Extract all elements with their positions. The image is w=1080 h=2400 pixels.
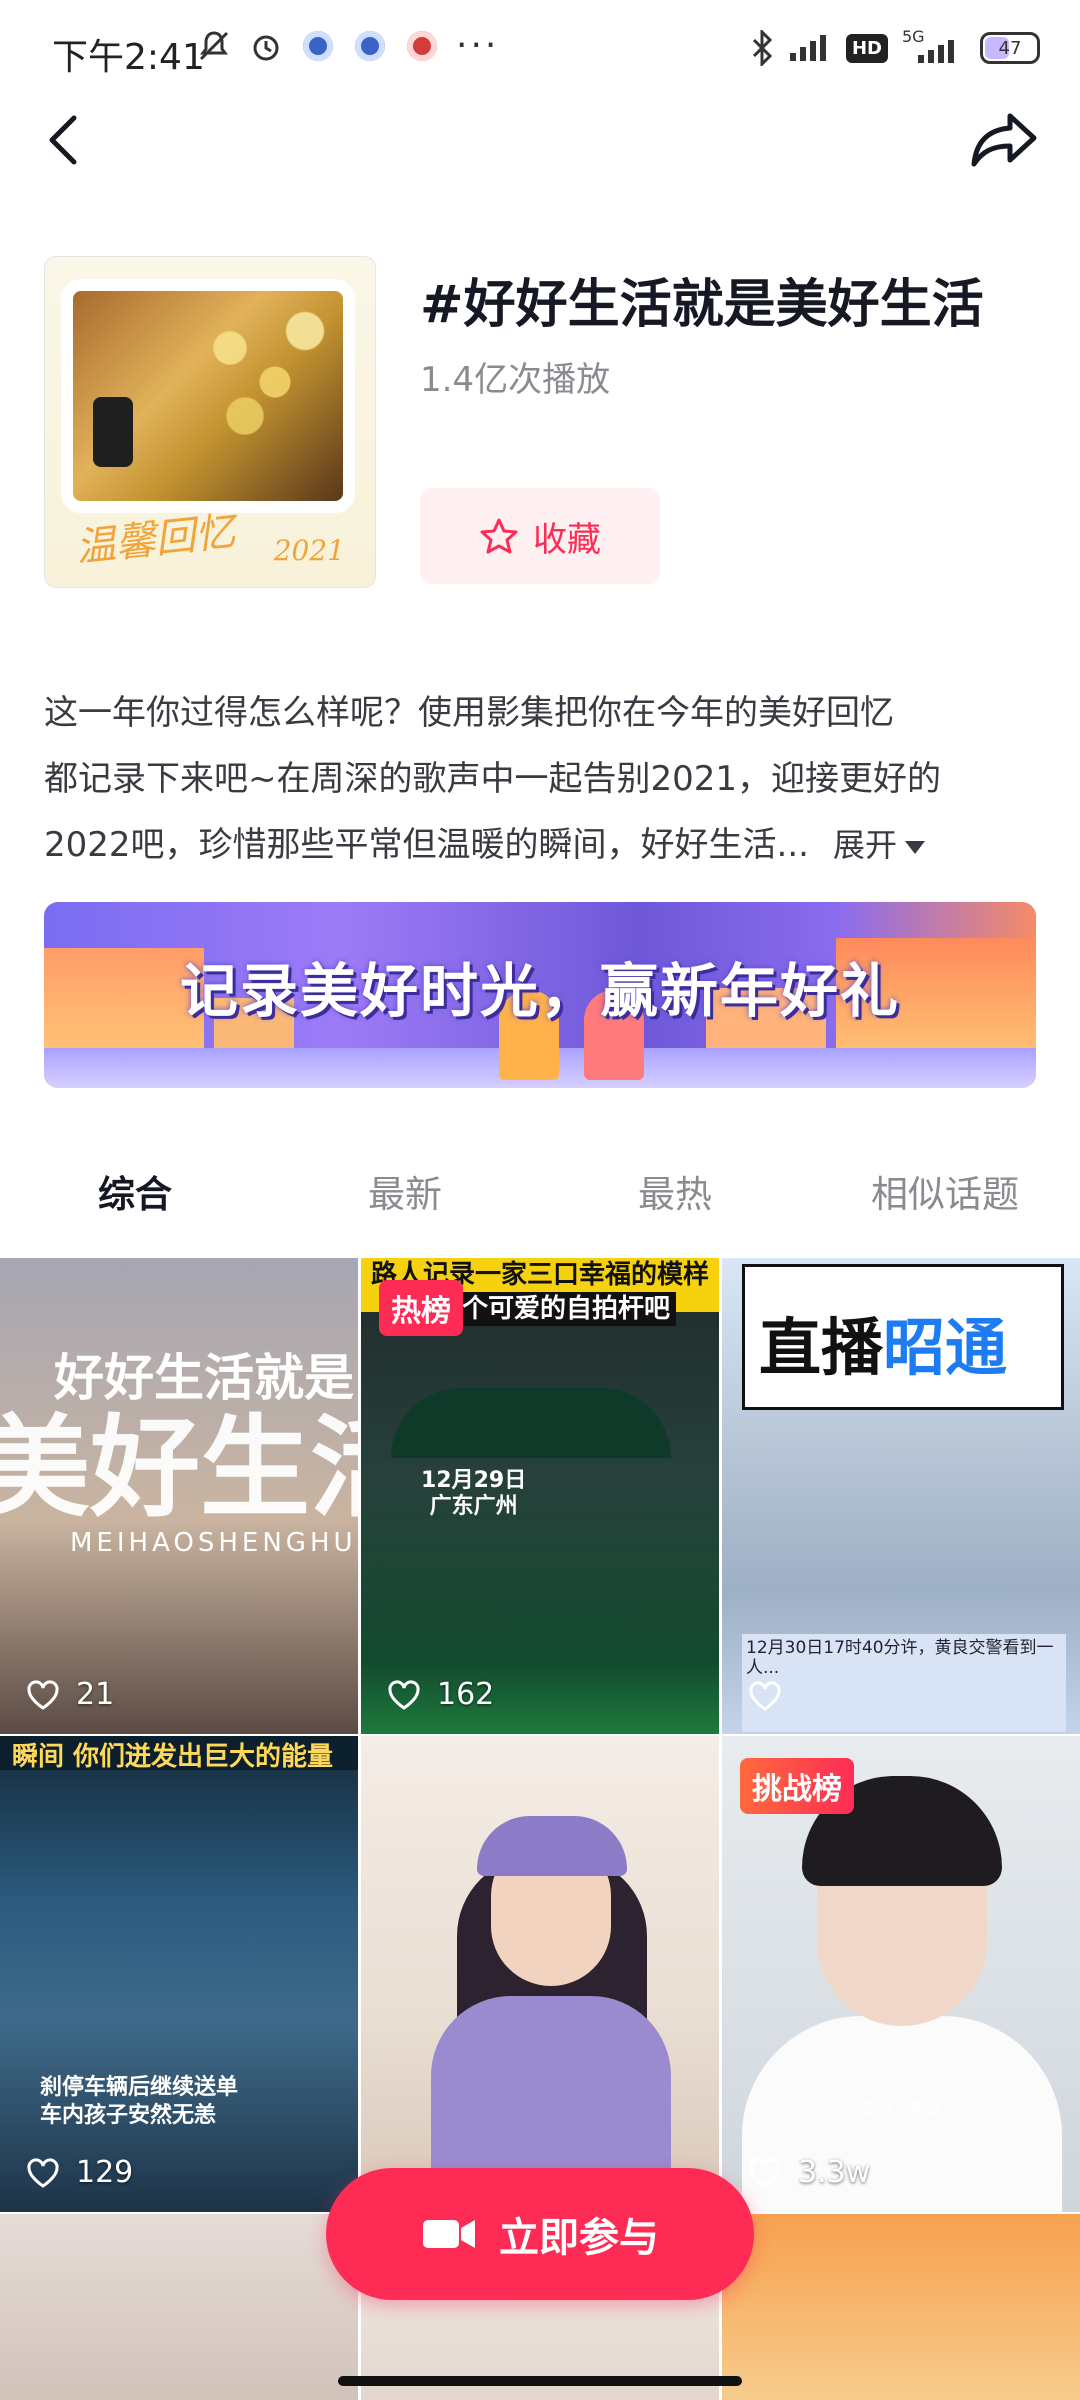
tab-latest[interactable]: 最新 [270,1150,540,1258]
bluetooth-icon [752,30,773,66]
banner-text: 记录美好时光，赢新年好礼 [179,957,900,1025]
heart-icon [27,1679,59,1710]
topic-title: #好好生活就是美好生活 [420,275,984,335]
topic-cover-image: 温馨回忆 2021 [44,256,376,588]
participate-label: 立即参与 [499,2215,659,2261]
video-card[interactable]: 直播昭通 12月30日17时40分许，黄良交警看到一人... [722,1258,1080,1734]
like-count [748,1680,798,1712]
back-arrow-icon [49,115,77,165]
heart-icon [388,1679,420,1710]
like-count: 3.3w [748,2155,870,2190]
hd-indicator: HD [845,33,888,63]
hot-list-badge: 热榜 [379,1280,463,1336]
app-notification-icon [300,28,336,64]
back-button[interactable] [44,110,84,170]
cover-year-text: 2021 [273,534,345,567]
battery-icon: 47 [980,32,1040,64]
signal-icon [789,35,826,61]
video-card[interactable] [361,1736,719,2212]
video-camera-icon [423,2220,475,2248]
caret-down-icon [904,840,925,854]
description-line: 这一年你过得怎么样呢？使用影集把你在今年的美好回忆 [44,693,894,733]
video-card[interactable] [0,2214,358,2400]
share-arrow-icon [971,113,1037,167]
share-button[interactable] [970,110,1040,170]
challenge-list-badge: 挑战榜 [740,1758,854,1814]
heart-icon [749,2157,781,2188]
star-icon [480,518,518,554]
more-notifications-icon: ··· [456,25,500,66]
heart-icon [27,2157,59,2188]
description-line: 都记录下来吧~在周深的歌声中一起告别2021，迎接更好的 [44,759,942,799]
like-count: 162 [387,1677,494,1712]
tab-bar: 综合 最新 最热 相似话题 [0,1150,1080,1270]
like-count: 129 [26,2155,133,2190]
5g-signal-icon: 5G [902,27,966,65]
video-card[interactable]: 好好生活就是 美好生活 MEIHAOSHENGHUO 21 [0,1258,358,1734]
promo-banner[interactable]: 记录美好时光，赢新年好礼 [44,902,1036,1088]
mute-icon [196,28,232,64]
tab-comprehensive[interactable]: 综合 [0,1150,270,1270]
favorite-button[interactable]: 收藏 [420,488,660,584]
participate-button[interactable]: 立即参与 [326,2168,754,2300]
status-system-icons: HD 5G 47 [750,27,1040,66]
expand-button[interactable]: 展开 [833,826,925,864]
status-notification-icons: ··· [196,28,499,64]
tab-hottest[interactable]: 最热 [540,1150,810,1258]
favorite-label: 收藏 [533,519,601,560]
home-indicator[interactable] [338,2376,742,2386]
app-notification-icon [404,28,440,64]
like-count: 21 [26,1677,114,1712]
heart-icon [749,1681,781,1711]
video-card[interactable] [722,2214,1080,2400]
app-notification-icon [352,28,388,64]
alarm-icon [248,28,284,64]
topic-description: 这一年你过得怎么样呢？使用影集把你在今年的美好回忆 都记录下来吧~在周深的歌声中… [44,680,1044,878]
video-card[interactable]: 演唱：周深 挑战榜 3.3w [722,1736,1080,2212]
tab-similar-topics[interactable]: 相似话题 [810,1150,1080,1258]
status-time: 下午2:41 [52,37,205,78]
description-line: 2022吧，珍惜那些平常但温暖的瞬间，好好生活... [44,825,809,865]
status-bar: 下午2:41 ··· HD 5G 47 [0,0,1080,100]
video-card[interactable]: 瞬间 你们迸发出巨大的能量 刹停车辆后继续送单 车内孩子安然无恙 129 [0,1736,358,2212]
play-count: 1.4亿次播放 [420,360,611,400]
cover-script-text: 温馨回忆 [73,508,238,572]
video-card[interactable]: 路人记录一家三口幸福的模样 生了个可爱的自拍杆吧 12月29日 广东广州 热榜 16… [361,1258,719,1734]
